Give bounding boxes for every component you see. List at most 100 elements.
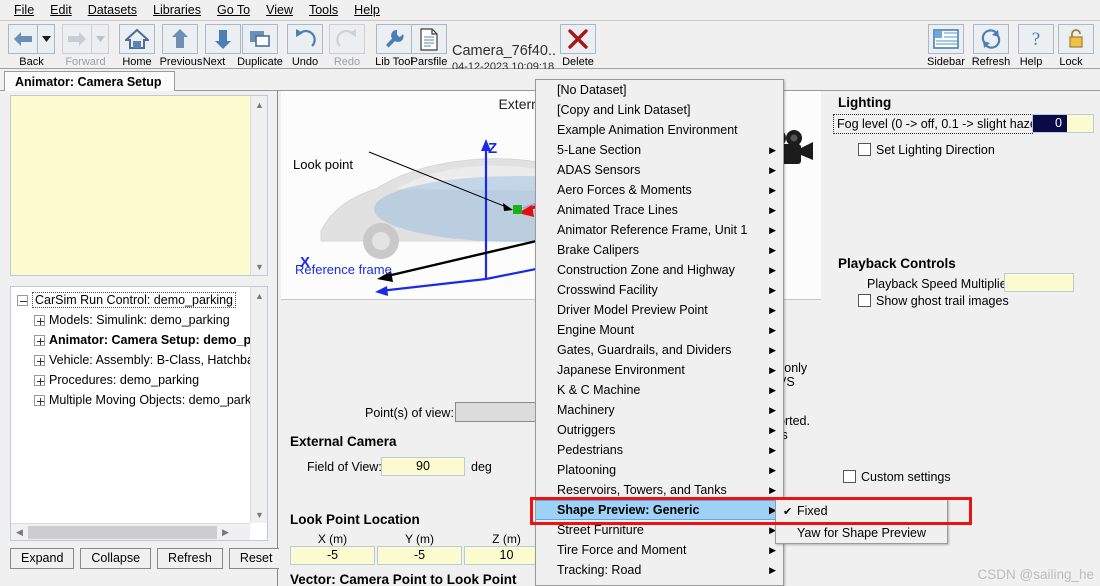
tree-expander-plus-icon[interactable] (34, 394, 45, 406)
collapse-button[interactable]: Collapse (80, 548, 152, 569)
menu-item-k-and-c-machine[interactable]: K & C Machine ▶ (536, 380, 783, 400)
forward-button[interactable] (62, 24, 92, 54)
tree-item-run-control[interactable]: CarSim Run Control: demo_parking (17, 290, 250, 310)
run-control-tree[interactable]: CarSim Run Control: demo_parking Models:… (10, 286, 268, 541)
menu-item-japanese-environment[interactable]: Japanese Environment ▶ (536, 360, 783, 380)
lib-tool-button[interactable] (376, 24, 412, 54)
menu-item-crosswind-facility[interactable]: Crosswind Facility ▶ (536, 280, 783, 300)
menu-edit[interactable]: Edit (42, 0, 80, 20)
duplicate-button[interactable] (242, 24, 278, 54)
back-dropdown-button[interactable] (38, 24, 55, 54)
custom-settings-checkbox[interactable] (843, 470, 856, 483)
playback-speed-input[interactable] (1004, 273, 1074, 292)
scroll-down-icon[interactable]: ▼ (251, 506, 268, 523)
field-of-view-input[interactable]: 90 (381, 457, 465, 476)
refresh-tree-button[interactable]: Refresh (157, 548, 223, 569)
scroll-thumb[interactable] (28, 525, 217, 539)
menu-item-5-lane-section[interactable]: 5-Lane Section ▶ (536, 140, 783, 160)
look-point-x-input[interactable]: -5 (290, 546, 375, 565)
scroll-up-icon[interactable]: ▲ (251, 96, 268, 113)
parsfile-button[interactable] (411, 24, 447, 54)
tree-item-label: Multiple Moving Objects: demo_parking (49, 393, 250, 407)
fog-level-input[interactable]: 0 (1032, 114, 1094, 133)
show-ghost-trail-checkbox[interactable] (858, 294, 871, 307)
redo-button[interactable] (329, 24, 365, 54)
menu-item-engine-mount[interactable]: Engine Mount ▶ (536, 320, 783, 340)
tree-expander-plus-icon[interactable] (34, 334, 45, 346)
watermark: CSDN @sailing_he (977, 567, 1094, 582)
tree-expander-minus-icon[interactable] (17, 294, 28, 306)
menu-item-tire-force-and-moment[interactable]: Tire Force and Moment ▶ (536, 540, 783, 560)
menu-libraries[interactable]: Libraries (145, 0, 209, 20)
help-button[interactable]: ? (1018, 24, 1054, 54)
menu-item-copy-and-link-dataset[interactable]: [Copy and Link Dataset] (536, 100, 783, 120)
menu-item-animated-trace-lines[interactable]: Animated Trace Lines ▶ (536, 200, 783, 220)
notes-vertical-scrollbar[interactable]: ▲ ▼ (250, 96, 267, 275)
delete-button[interactable] (560, 24, 596, 54)
forward-dropdown-button[interactable] (92, 24, 109, 54)
set-lighting-direction-checkbox[interactable] (858, 143, 871, 156)
tree-item-models[interactable]: Models: Simulink: demo_parking (17, 310, 250, 330)
submenu-arrow-icon: ▶ (769, 284, 776, 295)
submenu-item-yaw-for-shape-preview[interactable]: Yaw for Shape Preview (776, 522, 947, 544)
chevron-down-icon (41, 36, 51, 42)
scroll-left-icon[interactable]: ◀ (11, 524, 28, 541)
lock-button[interactable] (1058, 24, 1094, 54)
scroll-down-icon[interactable]: ▼ (251, 258, 268, 275)
menu-item-adas-sensors[interactable]: ADAS Sensors ▶ (536, 160, 783, 180)
menu-item-label: Animator Reference Frame, Unit 1 (557, 223, 748, 237)
look-point-y-input[interactable]: -5 (377, 546, 462, 565)
tab-animator-camera-setup[interactable]: Animator: Camera Setup (4, 71, 175, 92)
tree-item-multiple-moving-objects[interactable]: Multiple Moving Objects: demo_parking (17, 390, 250, 410)
undo-button[interactable] (287, 24, 323, 54)
menu-help[interactable]: Help (346, 0, 388, 20)
reset-button[interactable]: Reset (228, 548, 284, 569)
menu-item-brake-calipers[interactable]: Brake Calipers ▶ (536, 240, 783, 260)
menu-item-aero-forces-moments[interactable]: Aero Forces & Moments ▶ (536, 180, 783, 200)
scroll-up-icon[interactable]: ▲ (251, 287, 268, 304)
menu-datasets[interactable]: Datasets (80, 0, 145, 20)
menu-goto[interactable]: Go To (209, 0, 258, 20)
menu-file[interactable]: File (6, 0, 42, 20)
menu-bar: File Edit Datasets Libraries Go To View … (0, 0, 1100, 20)
tree-vertical-scrollbar[interactable]: ▲ ▼ (250, 287, 267, 523)
submenu-arrow-icon: ▶ (769, 264, 776, 275)
home-button[interactable] (119, 24, 155, 54)
menu-item-example-animation-environment[interactable]: Example Animation Environment (536, 120, 783, 140)
menu-tools[interactable]: Tools (301, 0, 346, 20)
tree-expander-plus-icon[interactable] (34, 354, 45, 366)
tree-item-procedures[interactable]: Procedures: demo_parking (17, 370, 250, 390)
look-point-col-x: X (m) (317, 532, 348, 546)
menu-item-label: Aero Forces & Moments (557, 183, 692, 197)
menu-item-no-dataset[interactable]: [No Dataset] (536, 80, 783, 100)
menu-item-label: Brake Calipers (557, 243, 639, 257)
next-button[interactable] (205, 24, 241, 54)
tree-expander-plus-icon[interactable] (34, 314, 45, 326)
scroll-right-icon[interactable]: ▶ (217, 524, 234, 541)
previous-button[interactable] (162, 24, 198, 54)
menu-item-machinery[interactable]: Machinery ▶ (536, 400, 783, 420)
notes-textarea[interactable]: ▲ ▼ (10, 95, 268, 276)
tree-expander-plus-icon[interactable] (34, 374, 45, 386)
refresh-button[interactable] (973, 24, 1009, 54)
menu-item-driver-model-preview-point[interactable]: Driver Model Preview Point ▶ (536, 300, 783, 320)
fog-level-value: 0 (1033, 115, 1067, 132)
submenu-arrow-icon: ▶ (769, 244, 776, 255)
menu-item-platooning[interactable]: Platooning ▶ (536, 460, 783, 480)
menu-item-tracking-road[interactable]: Tracking: Road ▶ (536, 560, 783, 580)
menu-view[interactable]: View (258, 0, 301, 20)
sidebar-button[interactable] (928, 24, 964, 54)
back-button[interactable] (8, 24, 38, 54)
menu-item-animator-reference-frame-unit-1[interactable]: Animator Reference Frame, Unit 1 ▶ (536, 220, 783, 240)
axis-z-label: Z (488, 140, 498, 157)
menu-item-construction-zone-and-highway[interactable]: Construction Zone and Highway ▶ (536, 260, 783, 280)
tree-item-animator-camera-setup[interactable]: Animator: Camera Setup: demo_parking (17, 330, 250, 350)
tree-item-vehicle-assembly[interactable]: Vehicle: Assembly: B-Class, Hatchback (17, 350, 250, 370)
menu-item-gates-guardrails-and-dividers[interactable]: Gates, Guardrails, and Dividers ▶ (536, 340, 783, 360)
menu-help-label: Help (354, 3, 380, 17)
chevron-down-icon (95, 36, 105, 42)
expand-button[interactable]: Expand (10, 548, 75, 569)
menu-item-pedestrians[interactable]: Pedestrians ▶ (536, 440, 783, 460)
tree-horizontal-scrollbar[interactable]: ◀ ▶ (11, 523, 250, 540)
menu-item-outriggers[interactable]: Outriggers ▶ (536, 420, 783, 440)
